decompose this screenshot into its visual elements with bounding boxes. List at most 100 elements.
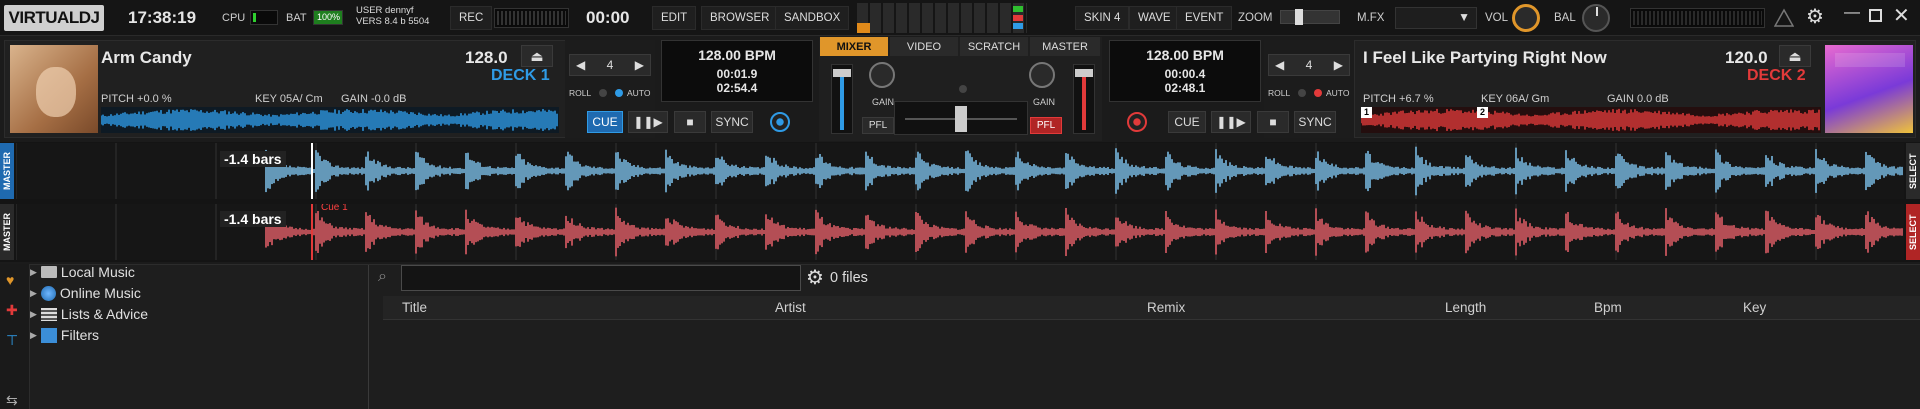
browser-button[interactable]: BROWSER [701, 6, 779, 30]
deck-1-eject-button[interactable]: ⏏ [521, 45, 553, 67]
deck-2-overview-wave-svg [1361, 108, 1820, 132]
deck-1-gain-label: GAIN [872, 97, 895, 107]
volume-knob[interactable] [1512, 4, 1540, 32]
column-artist[interactable]: Artist [775, 300, 806, 315]
deck-2-pfl-button[interactable]: PFL [1030, 117, 1062, 134]
tree-item-local-music[interactable]: ▶ Local Music [30, 264, 135, 280]
close-icon[interactable]: ✕ [1893, 3, 1910, 28]
deck-2-scratch-waveform[interactable]: -1.4 bars Cue 1 [16, 204, 1904, 260]
chevron-right-icon[interactable]: ▶ [30, 267, 37, 278]
sampler-grid[interactable] [857, 3, 1027, 33]
deck-2-play-pause-button[interactable]: ❚❚▶ [1211, 111, 1251, 133]
deck-2-overview-waveform[interactable] [1361, 107, 1821, 133]
deck-2-cue-button[interactable]: CUE [1168, 111, 1206, 133]
maximize-icon[interactable] [1869, 9, 1882, 22]
deck-2-gain-label: GAIN [1033, 97, 1056, 107]
deck-1-scratch-waveform[interactable]: -1.4 bars [16, 143, 1904, 199]
deck-1-loop-size[interactable]: ◀ 4 ▶ [569, 54, 651, 76]
deck-1-roll-label: ROLL [569, 88, 592, 98]
deck-1-master-label[interactable]: MASTER [0, 143, 14, 199]
deck-2-loop-size[interactable]: ◀ 4 ▶ [1268, 54, 1350, 76]
search-settings-gear-icon[interactable]: ⚙ [806, 268, 824, 288]
deck-1-pfl-button[interactable]: PFL [862, 117, 894, 134]
skin-button[interactable]: SKIN 4 [1075, 6, 1130, 30]
deck-2-loop-value: 4 [1305, 58, 1313, 72]
deck-1-play-pause-button[interactable]: ❚❚▶ [628, 111, 668, 133]
top-bar: VIRTUALDJ 17:38:19 CPU BAT 100% USER den… [0, 0, 1920, 36]
tab-master[interactable]: MASTER [1030, 37, 1100, 56]
deck-1-cue-button[interactable]: CUE [587, 111, 623, 133]
deck-1-select-label[interactable]: SELECT [1906, 143, 1920, 199]
deck-2-bar-counter: -1.4 bars [220, 211, 286, 227]
back-icon[interactable]: ⇆ [6, 392, 18, 409]
balance-knob[interactable] [1582, 4, 1610, 32]
chevron-left-icon[interactable]: ◀ [576, 58, 585, 72]
deck-1-playhead [311, 143, 313, 199]
deck-1-volume-fader[interactable] [831, 64, 853, 134]
chevron-left-icon[interactable]: ◀ [1275, 58, 1284, 72]
deck-2-sync-button[interactable]: SYNC [1294, 111, 1336, 133]
mixer-panel: MIXER VIDEO SCRATCH MASTER GAIN PFL GAIN… [819, 37, 1102, 141]
column-remix[interactable]: Remix [1147, 300, 1185, 315]
tab-mixer[interactable]: MIXER [820, 37, 888, 56]
minimize-icon[interactable]: — [1844, 4, 1860, 22]
event-button[interactable]: EVENT [1176, 6, 1233, 30]
chevron-right-icon[interactable]: ▶ [635, 58, 644, 72]
zoom-label: ZOOM [1238, 12, 1273, 24]
deck-2-time-display: 128.00 BPM 00:00.4 02:48.1 [1109, 40, 1261, 102]
rec-level-meter [494, 8, 569, 28]
deck-2-stop-button[interactable]: ■ [1257, 111, 1289, 133]
chevron-right-icon[interactable]: ▶ [30, 288, 37, 299]
deck-2-volume-fader[interactable] [1073, 64, 1095, 134]
crossfader[interactable] [894, 101, 1028, 135]
rec-button[interactable]: REC [450, 6, 493, 30]
bat-label: BAT [286, 12, 307, 24]
gear-icon[interactable]: ⚙ [1806, 6, 1828, 28]
tree-item-filters[interactable]: ▶ Filters [30, 327, 99, 343]
deck-2-jog-icon[interactable] [1127, 112, 1147, 132]
deck-1-stop-button[interactable]: ■ [674, 111, 706, 133]
deck-2-eject-button[interactable]: ⏏ [1779, 45, 1811, 67]
deck-2-cue-marker-1[interactable]: 1 [1361, 107, 1372, 118]
chevron-right-icon[interactable]: ▶ [30, 309, 37, 320]
deck-1-overview-waveform[interactable] [101, 107, 559, 133]
file-list[interactable] [383, 321, 1920, 409]
warning-icon[interactable] [1773, 8, 1795, 28]
deck-2-auto-toggle[interactable] [1314, 89, 1322, 97]
deck-1-jog-icon[interactable] [770, 112, 790, 132]
deck-2-remain: 02:48.1 [1164, 81, 1206, 95]
deck-2-master-label[interactable]: MASTER [0, 204, 14, 260]
chevron-right-icon[interactable]: ▶ [30, 330, 37, 341]
deck-1-time-display: 128.00 BPM 00:01.9 02:54.4 [661, 40, 813, 102]
virtualdj-logo[interactable]: VIRTUALDJ [4, 5, 104, 31]
deck-2-select-label[interactable]: SELECT [1906, 204, 1920, 260]
column-bpm[interactable]: Bpm [1594, 300, 1622, 315]
deck-2-roll-toggle[interactable] [1298, 89, 1306, 97]
column-title[interactable]: Title [402, 300, 427, 315]
tab-video[interactable]: VIDEO [890, 37, 958, 56]
deck-1-gain-knob[interactable] [869, 62, 895, 88]
sandbox-button[interactable]: SANDBOX [775, 6, 850, 30]
tree-item-lists-advice[interactable]: ▶ Lists & Advice [30, 306, 148, 322]
play-pause-icon: ❚❚▶ [633, 115, 663, 129]
deck-2-gain-knob[interactable] [1029, 62, 1055, 88]
wave-button[interactable]: WAVE [1129, 6, 1180, 30]
remove-icon[interactable]: ✚ [6, 302, 18, 319]
zoom-slider[interactable] [1280, 9, 1340, 25]
deck-2-roll-label: ROLL [1268, 88, 1291, 98]
filter-add-icon[interactable]: ⊤ [6, 332, 18, 349]
deck-2-cue-marker-2[interactable]: 2 [1477, 107, 1488, 118]
battery-value: 100% [317, 12, 341, 22]
column-key[interactable]: Key [1743, 300, 1766, 315]
tree-item-online-music[interactable]: ▶ Online Music [30, 285, 141, 301]
favorite-add-icon[interactable]: ♥ [6, 272, 14, 288]
deck-1-roll-toggle[interactable] [599, 89, 607, 97]
search-input[interactable] [401, 265, 801, 291]
chevron-right-icon[interactable]: ▶ [1334, 58, 1343, 72]
deck-1-auto-toggle[interactable] [615, 89, 623, 97]
deck-1-sync-button[interactable]: SYNC [711, 111, 753, 133]
mfx-dropdown[interactable]: ▼ [1395, 7, 1477, 29]
tab-scratch[interactable]: SCRATCH [960, 37, 1028, 56]
column-length[interactable]: Length [1445, 300, 1486, 315]
edit-button[interactable]: EDIT [652, 6, 697, 30]
